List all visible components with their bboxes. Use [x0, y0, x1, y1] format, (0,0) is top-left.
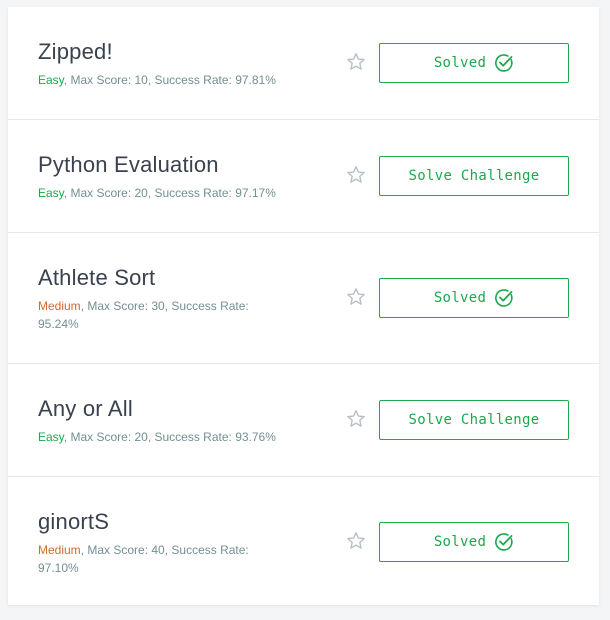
challenge-meta: Medium, Max Score: 40, Success Rate: 97.…	[38, 541, 283, 577]
difficulty-label: Easy	[38, 73, 64, 87]
button-label: Solve Challenge	[408, 168, 540, 184]
difficulty-label: Easy	[38, 186, 64, 200]
challenge-title[interactable]: ginortS	[38, 509, 109, 535]
challenge-meta: Medium, Max Score: 30, Success Rate: 95.…	[38, 297, 283, 333]
challenge-title[interactable]: Any or All	[38, 396, 133, 422]
challenge-meta: Easy, Max Score: 20, Success Rate: 93.76…	[38, 428, 283, 446]
solve-challenge-button[interactable]: Solve Challenge	[379, 400, 569, 440]
star-outline-icon[interactable]	[346, 165, 366, 185]
challenge-meta: Easy, Max Score: 20, Success Rate: 97.17…	[38, 184, 283, 202]
star-outline-icon[interactable]	[346, 52, 366, 72]
button-label: Solved	[433, 290, 487, 306]
challenge-stats: , Max Score: 20, Success Rate: 93.76%	[63, 430, 276, 444]
difficulty-label: Medium	[38, 543, 81, 557]
button-label: Solved	[433, 55, 487, 71]
challenge-title[interactable]: Athlete Sort	[38, 265, 155, 291]
challenge-card: ginortS Medium, Max Score: 40, Success R…	[8, 477, 599, 605]
button-label: Solve Challenge	[408, 412, 540, 428]
challenge-stats: , Max Score: 10, Success Rate: 97.81%	[63, 73, 276, 87]
solve-challenge-button[interactable]: Solve Challenge	[379, 156, 569, 196]
challenge-title[interactable]: Python Evaluation	[38, 152, 219, 178]
challenge-card: Any or All Easy, Max Score: 20, Success …	[8, 364, 599, 477]
difficulty-label: Easy	[38, 430, 64, 444]
challenge-card: Zipped! Easy, Max Score: 10, Success Rat…	[8, 7, 599, 120]
challenge-list: Zipped! Easy, Max Score: 10, Success Rat…	[8, 7, 599, 605]
challenge-stats: , Max Score: 20, Success Rate: 97.17%	[63, 186, 276, 200]
check-circle-icon	[495, 289, 513, 307]
check-circle-icon	[495, 54, 513, 72]
button-label: Solved	[433, 534, 487, 550]
challenge-card: Python Evaluation Easy, Max Score: 20, S…	[8, 120, 599, 233]
star-outline-icon[interactable]	[346, 531, 366, 551]
challenge-title[interactable]: Zipped!	[38, 39, 113, 65]
difficulty-label: Medium	[38, 299, 81, 313]
challenge-meta: Easy, Max Score: 10, Success Rate: 97.81…	[38, 71, 283, 89]
solved-button[interactable]: Solved	[379, 278, 569, 318]
check-circle-icon	[495, 533, 513, 551]
solved-button[interactable]: Solved	[379, 522, 569, 562]
star-outline-icon[interactable]	[346, 409, 366, 429]
challenge-card: Athlete Sort Medium, Max Score: 30, Succ…	[8, 233, 599, 364]
solved-button[interactable]: Solved	[379, 43, 569, 83]
star-outline-icon[interactable]	[346, 287, 366, 307]
